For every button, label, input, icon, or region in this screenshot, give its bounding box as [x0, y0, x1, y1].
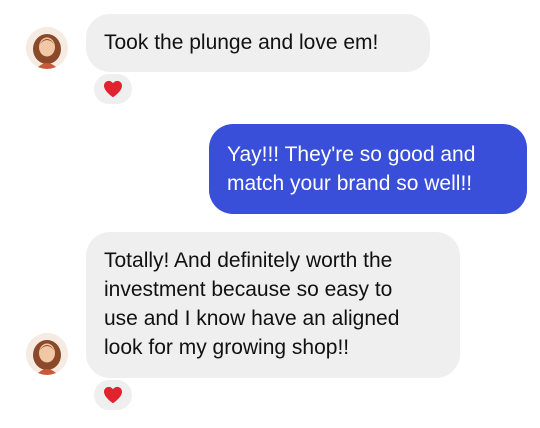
message-text: match your brand so well!!: [227, 172, 473, 195]
reaction-badge[interactable]: [92, 378, 134, 412]
message-bubble[interactable]: Took the plunge and love em!: [86, 14, 430, 72]
message-text: look for my growing shop!!: [104, 336, 350, 359]
sender-avatar[interactable]: [26, 27, 68, 69]
message-bubble[interactable]: Totally! And definitely worth the invest…: [86, 232, 460, 378]
heart-icon: [104, 80, 122, 98]
message-text: Took the plunge and love em!: [104, 31, 379, 54]
message-text: use and I know have an aligned: [104, 307, 400, 330]
message-text: Totally! And definitely worth the: [104, 249, 393, 272]
heart-icon: [104, 386, 122, 404]
message-text: investment because so easy to: [104, 278, 393, 301]
sender-avatar[interactable]: [26, 333, 68, 375]
message-text: Yay!!! They're so good and: [227, 143, 476, 166]
message-bubble[interactable]: Yay!!! They're so good and match your br…: [209, 124, 527, 214]
reaction-badge[interactable]: [92, 72, 134, 106]
